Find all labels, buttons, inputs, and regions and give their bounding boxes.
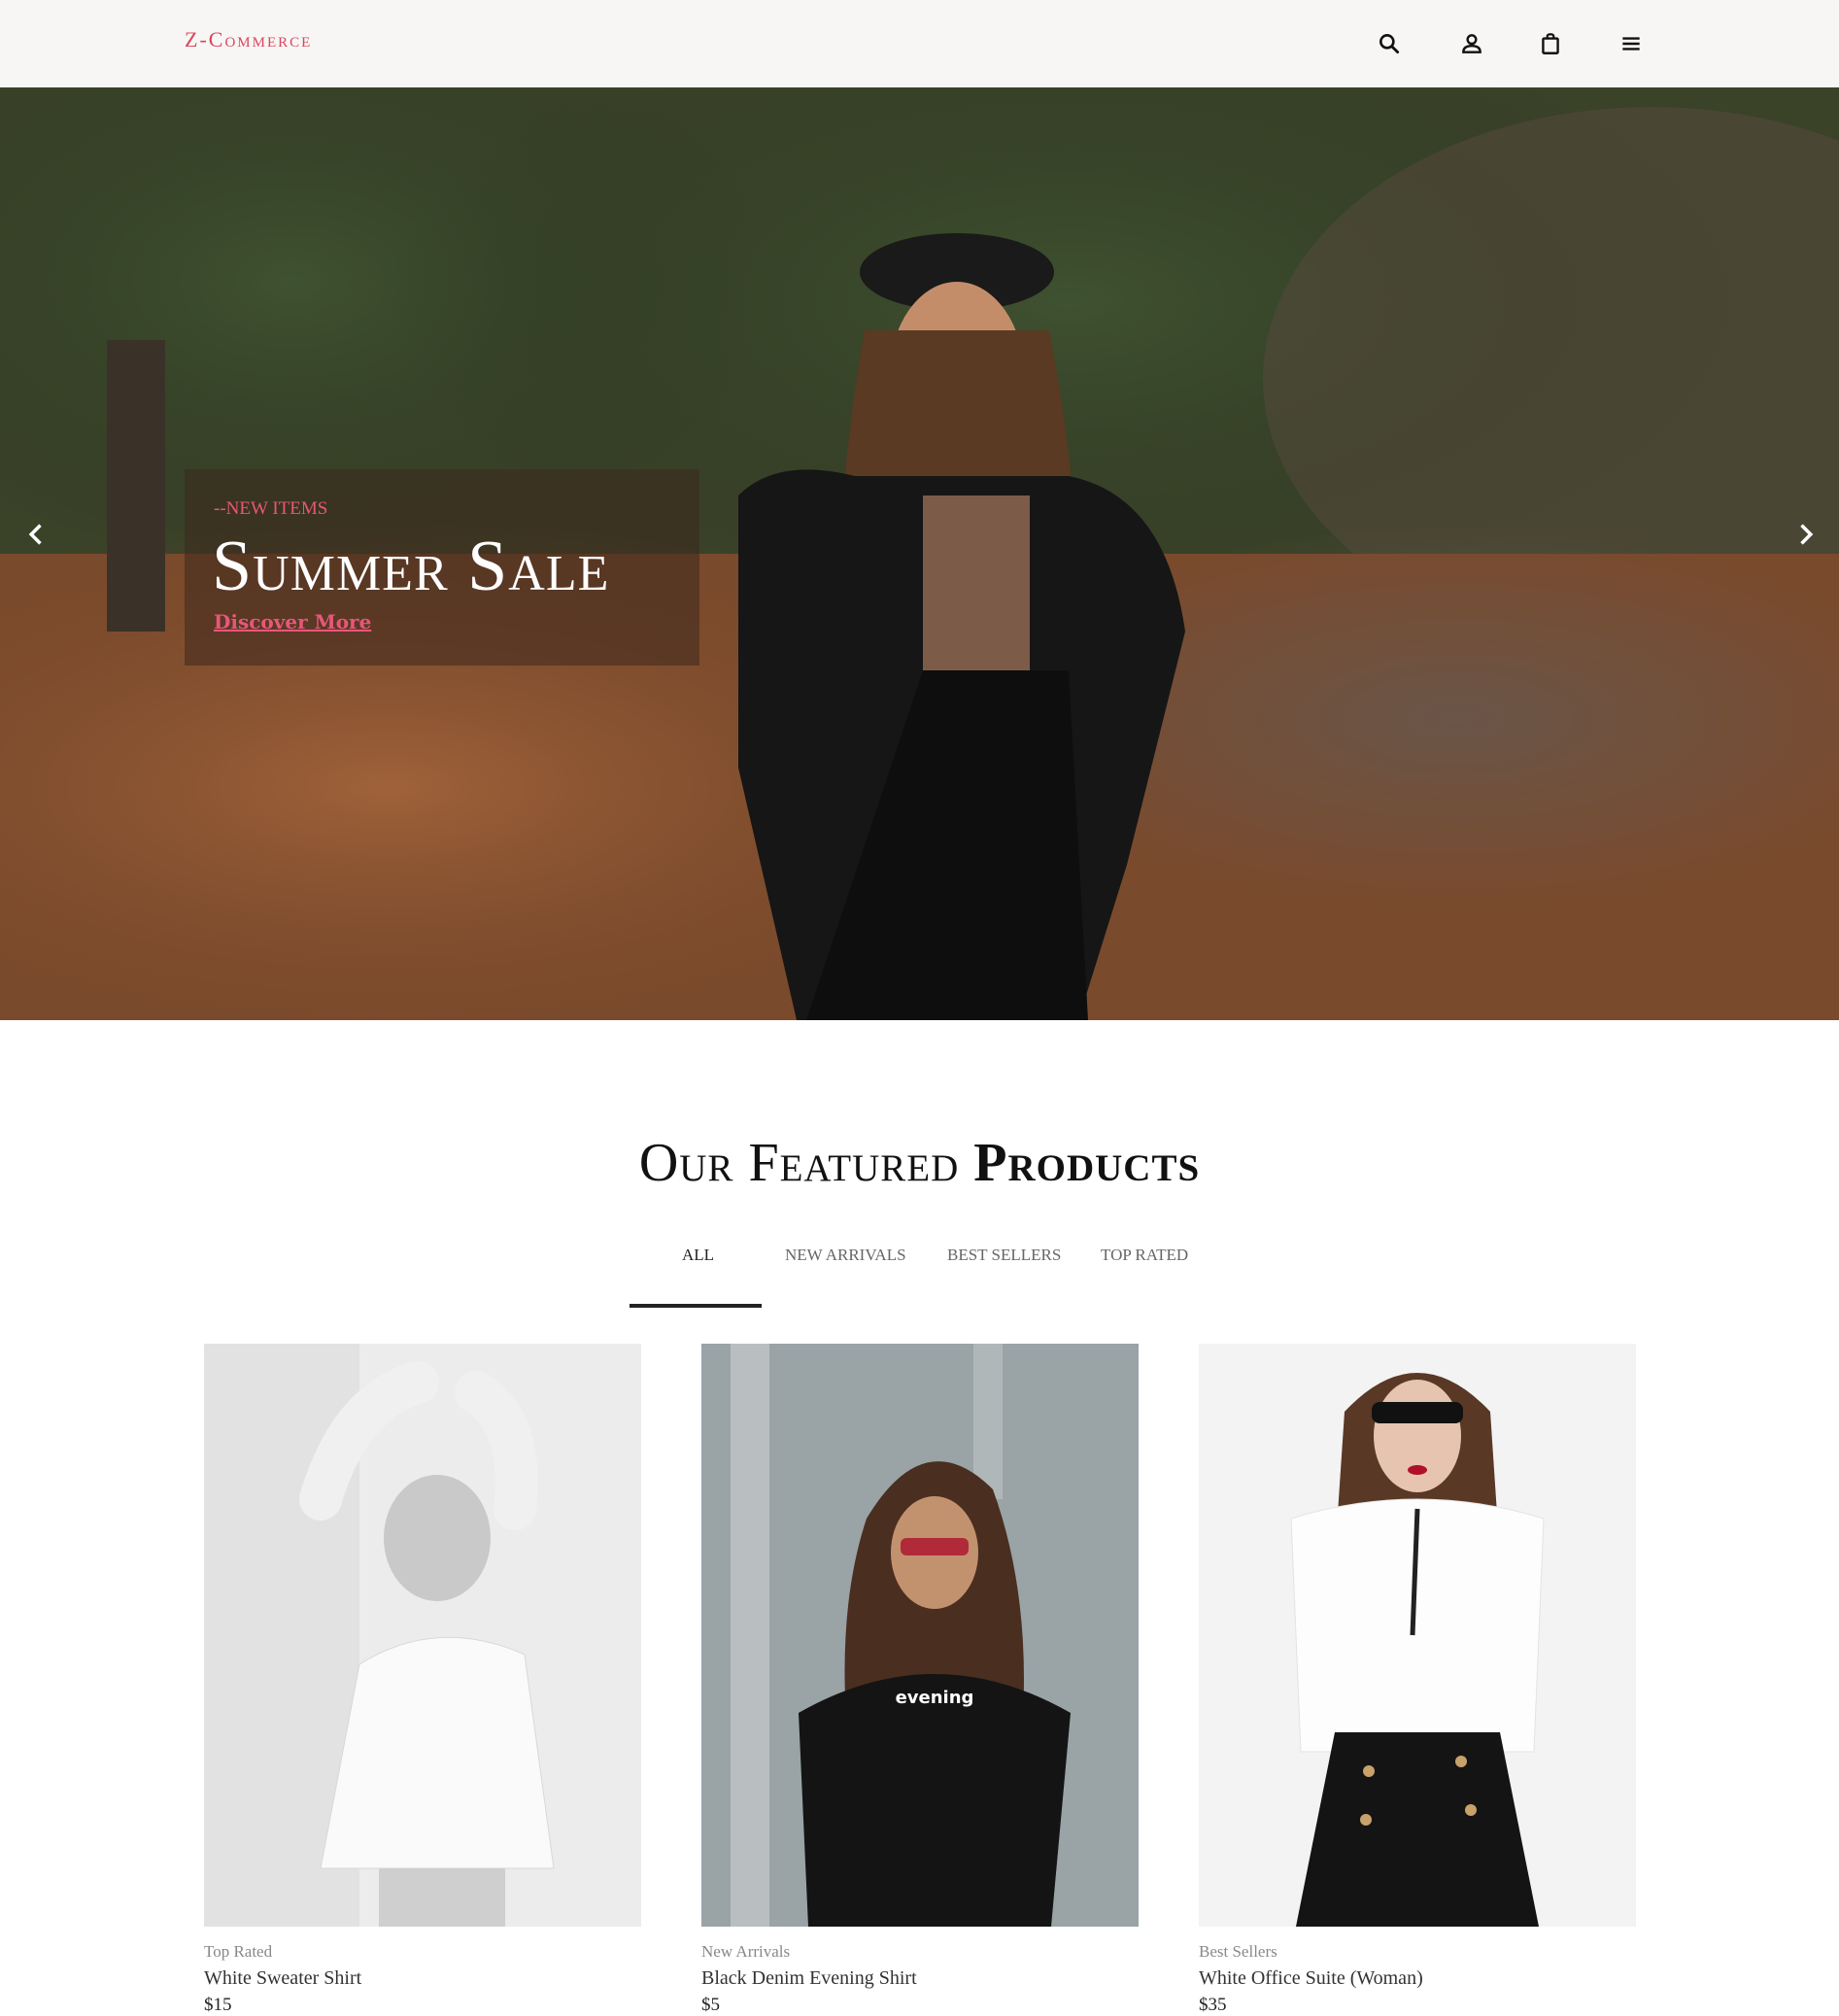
featured-heading-bold: Products <box>973 1133 1201 1193</box>
hero-kicker: --NEW ITEMS <box>214 498 328 519</box>
hero-banner: --NEW ITEMS Summer Sale Discover More <box>0 87 1839 1020</box>
product-category: Top Rated <box>204 1942 273 1961</box>
chevron-left-icon <box>28 524 42 545</box>
site-logo[interactable]: Z-Commerce <box>185 27 312 52</box>
site-header: Z-Commerce <box>0 0 1839 87</box>
hero-caption: --NEW ITEMS Summer Sale Discover More <box>185 469 699 666</box>
active-tab-indicator <box>630 1304 762 1308</box>
chevron-right-icon <box>1800 524 1814 545</box>
product-name[interactable]: White Sweater Shirt <box>204 1967 361 1990</box>
tab-top-rated[interactable]: TOP RATED <box>1101 1246 1188 1265</box>
product-name[interactable]: Black Denim Evening Shirt <box>701 1967 917 1990</box>
product-card[interactable]: evening New Arrivals Black Denim Evening… <box>701 1344 1139 2015</box>
slider-next-button[interactable] <box>1786 515 1824 554</box>
tab-new-arrivals[interactable]: NEW ARRIVALS <box>785 1246 906 1265</box>
hero-title: Summer Sale <box>212 527 610 606</box>
product-category: Best Sellers <box>1199 1942 1277 1961</box>
menu-icon[interactable] <box>1614 26 1649 61</box>
product-price: $15 <box>204 1995 232 2015</box>
product-name[interactable]: White Office Suite (Woman) <box>1199 1967 1423 1990</box>
discover-more-link[interactable]: Discover More <box>214 610 371 633</box>
product-image[interactable]: evening <box>701 1344 1139 1927</box>
product-price: $35 <box>1199 1995 1227 2015</box>
product-category: New Arrivals <box>701 1942 791 1961</box>
product-image[interactable] <box>1199 1344 1636 1927</box>
product-card[interactable]: Top Rated White Sweater Shirt $15 <box>204 1344 641 2015</box>
slider-prev-button[interactable] <box>17 515 56 554</box>
tab-all[interactable]: ALL <box>682 1246 714 1265</box>
shirt-print-text: evening <box>896 1688 974 1708</box>
product-image[interactable] <box>204 1344 641 1927</box>
search-icon[interactable] <box>1372 26 1407 61</box>
user-icon[interactable] <box>1454 26 1489 61</box>
featured-heading-light: Our Featured <box>638 1133 960 1193</box>
product-card[interactable]: Best Sellers White Office Suite (Woman) … <box>1199 1344 1636 2015</box>
featured-heading: Our Featured Products <box>0 1132 1839 1194</box>
shopping-bag-icon[interactable] <box>1533 26 1568 61</box>
tab-best-sellers[interactable]: BEST SELLERS <box>947 1246 1061 1265</box>
product-price: $5 <box>701 1995 720 2015</box>
